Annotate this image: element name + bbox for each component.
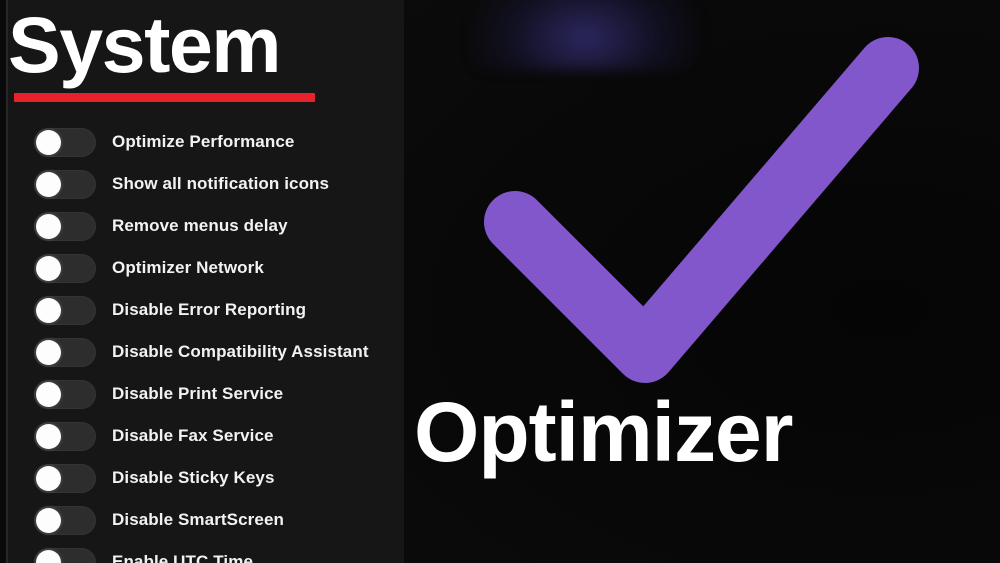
toggle-knob	[36, 549, 61, 563]
toggle-switch[interactable]	[34, 505, 96, 535]
settings-row-label: Disable Sticky Keys	[112, 468, 275, 487]
toggle-knob	[36, 213, 61, 239]
settings-row[interactable]: Remove menus delay	[0, 205, 404, 247]
toggle-switch[interactable]	[34, 253, 96, 283]
settings-row-label: Show all notification icons	[112, 174, 330, 193]
toggle-switch[interactable]	[34, 211, 96, 241]
settings-row[interactable]: Disable Print Service	[0, 373, 404, 415]
app-window: System Optimize Performance Show all noti…	[0, 0, 1000, 563]
settings-row[interactable]: Disable Error Reporting	[0, 289, 404, 331]
toggle-knob	[36, 423, 61, 449]
toggle-switch[interactable]	[34, 169, 96, 199]
settings-row-label: Optimizer Network	[112, 258, 264, 277]
toggle-switch[interactable]	[34, 337, 96, 367]
title-underline-rule	[14, 93, 315, 102]
toggle-knob	[36, 297, 61, 323]
toggle-switch[interactable]	[34, 547, 96, 563]
page-title: System	[8, 0, 282, 89]
settings-row[interactable]: Show all notification icons	[0, 163, 404, 205]
settings-row[interactable]: Disable Compatibility Assistant	[0, 331, 404, 373]
toggle-knob	[36, 129, 61, 155]
toggle-knob	[36, 171, 61, 197]
settings-list: Optimize Performance Show all notificatio…	[0, 121, 404, 563]
settings-row[interactable]: Disable Sticky Keys	[0, 457, 404, 499]
settings-row-label: Disable Fax Service	[112, 426, 274, 445]
settings-row-label: Remove menus delay	[112, 216, 288, 235]
toggle-switch[interactable]	[34, 295, 96, 325]
brand-wordmark: Optimizer	[414, 385, 793, 479]
settings-row-label: Disable Error Reporting	[112, 300, 307, 319]
toggle-switch[interactable]	[34, 379, 96, 409]
settings-row[interactable]: Disable Fax Service	[0, 415, 404, 457]
checkmark-icon	[470, 20, 930, 383]
settings-row-label: Disable SmartScreen	[112, 510, 284, 529]
toggle-knob	[36, 339, 61, 365]
toggle-switch[interactable]	[34, 463, 96, 493]
toggle-knob	[36, 465, 61, 491]
settings-row[interactable]: Disable SmartScreen	[0, 499, 404, 541]
settings-row[interactable]: Optimize Performance	[0, 121, 404, 163]
settings-row[interactable]: Optimizer Network	[0, 247, 404, 289]
settings-row-label: Optimize Performance	[112, 132, 295, 151]
settings-row[interactable]: Enable UTC Time	[0, 541, 404, 563]
toggle-switch[interactable]	[34, 421, 96, 451]
toggle-knob	[36, 507, 61, 533]
toggle-switch[interactable]	[34, 127, 96, 157]
settings-row-label: Enable UTC Time	[112, 552, 253, 563]
toggle-knob	[36, 255, 61, 281]
settings-row-label: Disable Compatibility Assistant	[112, 342, 369, 361]
toggle-knob	[36, 381, 61, 407]
system-settings-panel: System Optimize Performance Show all noti…	[0, 0, 404, 563]
settings-row-label: Disable Print Service	[112, 384, 284, 403]
